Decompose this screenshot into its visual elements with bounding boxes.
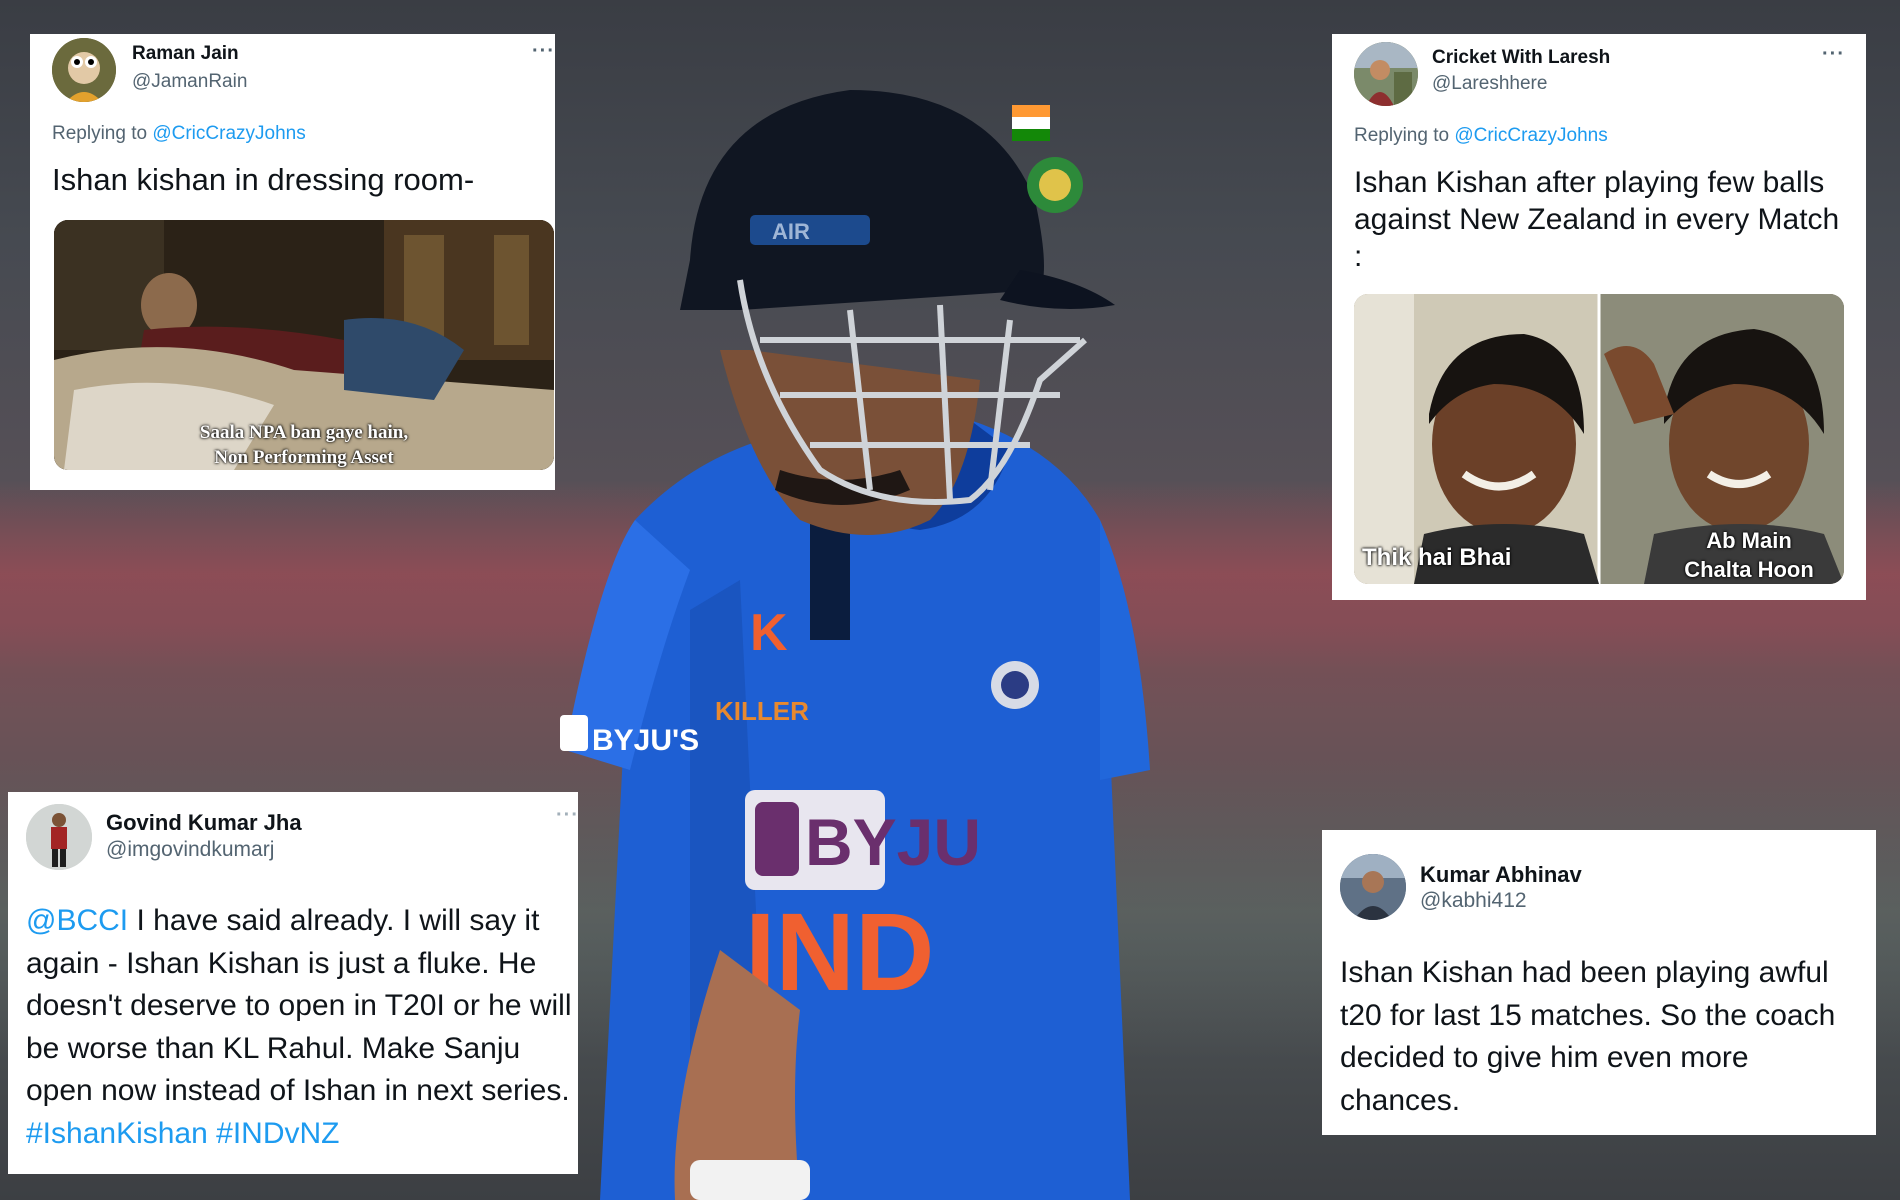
display-name[interactable]: Kumar Abhinav	[1420, 862, 1582, 888]
reply-mention-link[interactable]: @CricCrazyJohns	[1454, 125, 1607, 146]
replying-to: Replying to @CricCrazyJohns	[1354, 125, 1608, 147]
meme-caption-right: Ab Main Chalta Hoon	[1654, 526, 1844, 584]
meme-image[interactable]: Saala NPA ban gaye hain, Non Performing …	[54, 220, 554, 470]
avatar-icon	[1340, 854, 1406, 920]
reply-mention-link[interactable]: @CricCrazyJohns	[152, 123, 305, 144]
avatar[interactable]	[52, 38, 116, 102]
tweet-card-kumar-abhinav[interactable]: Kumar Abhinav @kabhi412 Ishan Kishan had…	[1322, 830, 1876, 1135]
avatar[interactable]	[1340, 854, 1406, 920]
avatar[interactable]	[1354, 42, 1418, 106]
svg-text:KILLER: KILLER	[715, 696, 809, 726]
tweet-text: Ishan kishan in dressing room-	[52, 162, 475, 197]
avatar-icon	[52, 38, 116, 102]
handle[interactable]: @kabhi412	[1420, 889, 1527, 913]
display-name[interactable]: Govind Kumar Jha	[106, 810, 302, 836]
hashtag-link[interactable]: #IshanKishan	[26, 1117, 208, 1150]
handle[interactable]: @JamanRain	[132, 71, 247, 93]
more-options-icon[interactable]: ···	[532, 40, 555, 63]
svg-text:BYJU: BYJU	[805, 805, 981, 879]
svg-text:BYJU'S: BYJU'S	[592, 724, 699, 757]
meme-caption-left: Thik hai Bhai	[1362, 544, 1512, 571]
replying-to-label: Replying to	[52, 123, 148, 144]
svg-text:AIR: AIR	[772, 219, 810, 244]
display-name[interactable]: Cricket With Laresh	[1432, 47, 1610, 69]
mention-link[interactable]: @BCCI	[26, 904, 128, 937]
more-options-icon[interactable]: ···	[556, 804, 579, 827]
tweet-text: @BCCI I have said already. I will say it…	[26, 900, 574, 1155]
tweet-card-raman-jain[interactable]: Raman Jain @JamanRain ··· Replying to @C…	[30, 34, 555, 490]
avatar[interactable]	[26, 804, 92, 870]
meme-caption-right-line-2: Chalta Hoon	[1684, 557, 1814, 582]
display-name[interactable]: Raman Jain	[132, 43, 239, 65]
tweet-card-cricket-with-laresh[interactable]: Cricket With Laresh @Lareshhere ··· Repl…	[1332, 34, 1866, 600]
meme-collage: BYJU IND K KILLER BYJU'S AIR Raman Jain …	[0, 0, 1900, 1200]
tweet-card-govind-kumar-jha[interactable]: Govind Kumar Jha @imgovindkumarj ··· @BC…	[8, 792, 578, 1174]
replying-to: Replying to @CricCrazyJohns	[52, 123, 306, 145]
tweet-text: Ishan Kishan after playing few balls aga…	[1354, 166, 1840, 273]
hashtag-link[interactable]: #INDvNZ	[216, 1117, 339, 1150]
meme-image[interactable]: Thik hai Bhai Ab Main Chalta Hoon	[1354, 294, 1844, 584]
player-photo: BYJU IND K KILLER BYJU'S AIR	[560, 90, 1150, 1200]
meme-caption: Saala NPA ban gaye hain, Non Performing …	[54, 420, 554, 470]
handle[interactable]: @Lareshhere	[1432, 73, 1547, 95]
replying-to-label: Replying to	[1354, 125, 1450, 146]
meme-caption-line-2: Non Performing Asset	[214, 447, 394, 468]
handle[interactable]: @imgovindkumarj	[106, 838, 274, 862]
meme-caption-line-1: Saala NPA ban gaye hain,	[199, 422, 409, 443]
more-options-icon[interactable]: ···	[1822, 43, 1845, 66]
meme-caption-right-line-1: Ab Main	[1706, 528, 1792, 553]
tweet-text: Ishan Kishan had been playing awful t20 …	[1340, 956, 1836, 1117]
avatar-icon	[26, 804, 92, 870]
svg-text:K: K	[750, 604, 788, 662]
avatar-icon	[1354, 42, 1418, 106]
